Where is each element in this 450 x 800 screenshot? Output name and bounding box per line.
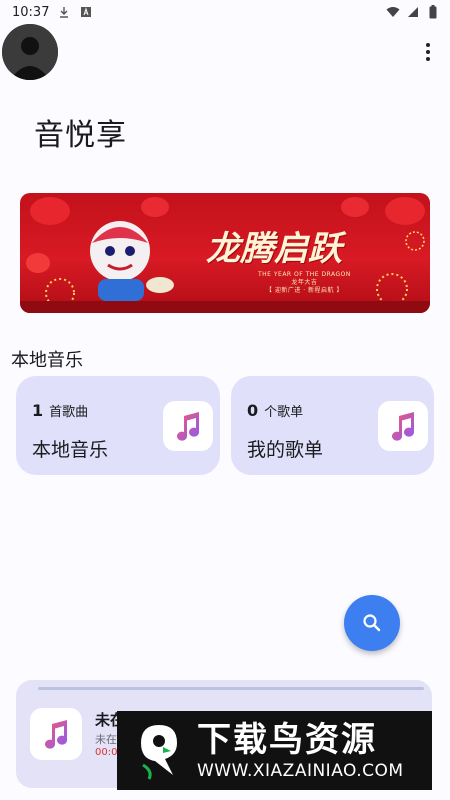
playlist-count: 0 — [247, 401, 259, 420]
cellular-icon — [406, 5, 420, 19]
user-avatar-icon[interactable] — [2, 24, 58, 80]
music-note-icon — [30, 708, 82, 760]
section-title-local-music: 本地音乐 — [11, 350, 83, 371]
download-icon — [57, 5, 71, 19]
watermark-overlay: 下载鸟资源 WWW.XIAZAINIAO.COM — [117, 711, 432, 790]
my-playlists-card[interactable]: 0 个歌单 我的歌单 — [231, 376, 434, 475]
bird-logo-icon — [133, 721, 185, 781]
banner-subtitle: THE YEAR OF THE DRAGON 龙年大吉 【 迎新广进 · 新程启… — [258, 271, 351, 295]
music-note-icon — [378, 401, 428, 451]
search-button[interactable] — [344, 595, 400, 651]
watermark-name: 下载鸟资源 — [197, 719, 377, 760]
card-label: 本地音乐 — [32, 439, 109, 461]
playback-progress-bar[interactable] — [38, 687, 424, 690]
song-count-unit: 首歌曲 — [49, 405, 89, 420]
search-icon — [363, 614, 381, 632]
status-bar: 10:37 — [0, 0, 450, 24]
status-right — [386, 5, 440, 19]
banner-headline: 龙腾启跃 — [206, 229, 342, 269]
local-songs-card[interactable]: 1 首歌曲 本地音乐 — [16, 376, 220, 475]
card-label: 我的歌单 — [247, 439, 324, 461]
card-count: 0 个歌单 — [247, 401, 303, 420]
wifi-icon — [386, 5, 400, 19]
app-title: 音悦享 — [34, 118, 127, 153]
watermark-text: 下载鸟资源 WWW.XIAZAINIAO.COM — [197, 720, 404, 782]
battery-icon — [426, 5, 440, 19]
banner-subtitle-line2: 龙年大吉 — [291, 279, 318, 286]
more-vert-icon[interactable] — [416, 38, 440, 66]
now-playing-artist: 未在 — [95, 733, 117, 746]
banner[interactable]: 龙腾启跃 THE YEAR OF THE DRAGON 龙年大吉 【 迎新广进 … — [20, 193, 430, 313]
banner-subtitle-line3: 【 迎新广进 · 新程启航 】 — [265, 287, 343, 294]
playlist-count-unit: 个歌单 — [264, 405, 304, 420]
watermark-url: WWW.XIAZAINIAO.COM — [197, 760, 404, 781]
status-left: 10:37 — [12, 5, 93, 20]
music-note-icon — [163, 401, 213, 451]
card-count: 1 首歌曲 — [32, 401, 88, 420]
banner-subtitle-line1: THE YEAR OF THE DRAGON — [258, 271, 351, 278]
status-time: 10:37 — [12, 4, 50, 20]
a-badge-icon — [79, 5, 93, 19]
song-count: 1 — [32, 401, 44, 420]
